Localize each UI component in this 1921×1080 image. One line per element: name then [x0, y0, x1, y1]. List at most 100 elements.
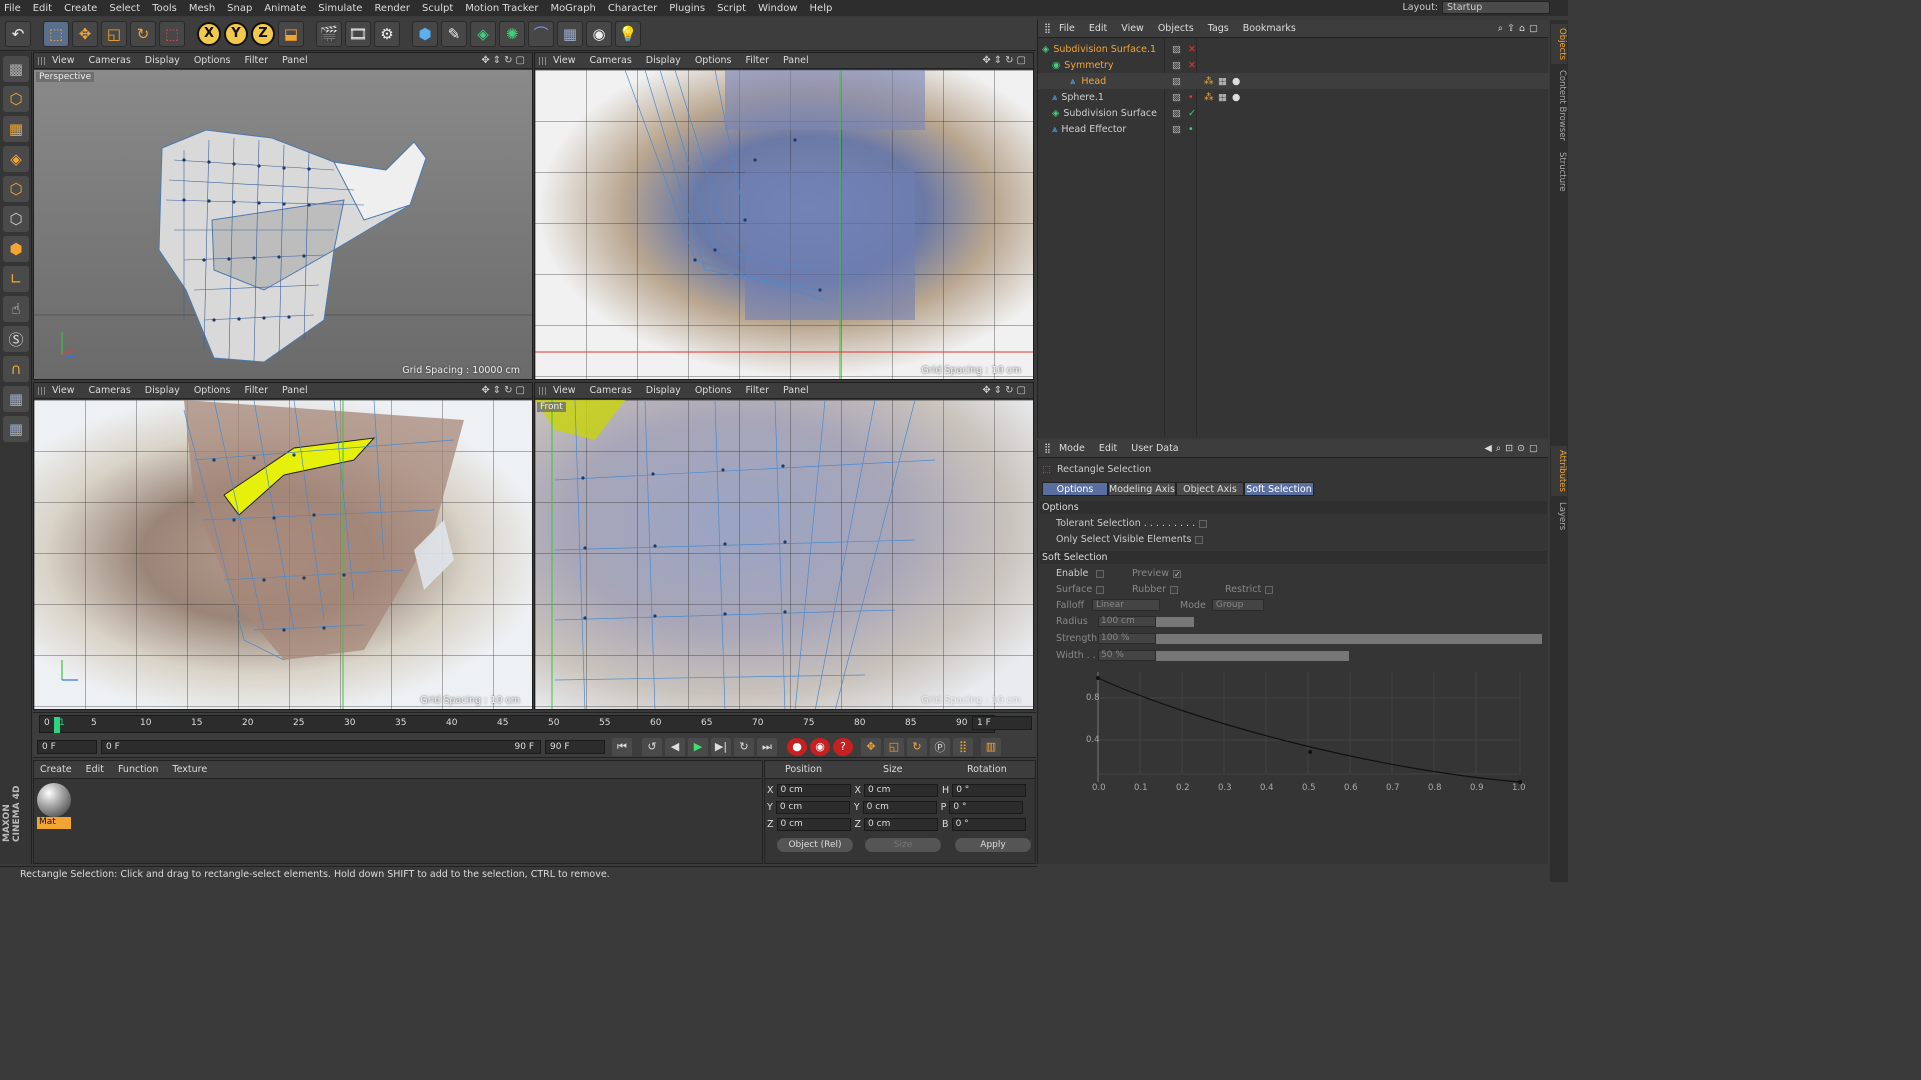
visibility-icon[interactable]: ▨: [1172, 76, 1181, 87]
rotation-b-input[interactable]: 0 °: [951, 818, 1026, 831]
mat-menu-texture[interactable]: Texture: [172, 764, 207, 775]
viewport-navigation-icons[interactable]: ✥⇕↻▢: [982, 55, 1029, 66]
current-frame-field[interactable]: 1 F: [972, 716, 1032, 730]
tab-soft-selection[interactable]: Soft Selection: [1244, 482, 1314, 496]
width-input[interactable]: 50 %: [1098, 650, 1156, 661]
obj-menu-bookmarks[interactable]: Bookmarks: [1243, 23, 1296, 34]
cube-icon[interactable]: ⬢: [412, 20, 438, 47]
key-point-level-icon[interactable]: ⣿: [953, 737, 973, 756]
tab-objects[interactable]: Objects: [1551, 24, 1567, 65]
visibility-icon[interactable]: ▨: [1172, 108, 1181, 119]
vp-menu-view[interactable]: View: [553, 385, 576, 396]
array-icon[interactable]: ✺: [499, 20, 525, 47]
vp-menu-display[interactable]: Display: [646, 55, 681, 66]
render-settings-icon[interactable]: ⚙: [374, 20, 400, 47]
object-manager-search-icon[interactable]: ⌕⇧⌂▢: [1498, 23, 1542, 34]
rotation-h-input[interactable]: 0 °: [952, 784, 1027, 797]
visibility-icon[interactable]: ▨: [1172, 92, 1181, 103]
vp-menu-cameras[interactable]: Cameras: [590, 55, 632, 66]
spline-pen-icon[interactable]: ✎: [441, 20, 467, 47]
tab-attributes[interactable]: Attributes: [1551, 446, 1567, 496]
obj-menu-objects[interactable]: Objects: [1158, 23, 1194, 34]
start-frame-field[interactable]: 0 F: [37, 739, 97, 754]
material-tag-icon[interactable]: ●: [1232, 92, 1240, 103]
vp-menu-view[interactable]: View: [553, 55, 576, 66]
viewport-front[interactable]: View Cameras Display Options Filter Pane…: [534, 382, 1034, 710]
model-mode-icon[interactable]: ⬡: [3, 86, 29, 112]
render-picture-viewer-icon[interactable]: 🎞: [345, 20, 371, 47]
enabled-dot-icon[interactable]: •: [1188, 124, 1194, 135]
camera-icon[interactable]: ◉: [586, 20, 612, 47]
attr-menu-edit[interactable]: Edit: [1099, 443, 1117, 454]
viewport-top-right[interactable]: View Cameras Display Options Filter Pane…: [534, 52, 1034, 380]
apply-button[interactable]: Apply: [955, 838, 1031, 852]
workplane-icon[interactable]: ◈: [3, 146, 29, 172]
render-view-icon[interactable]: 🎬: [316, 20, 342, 47]
z-axis-lock[interactable]: Z: [251, 21, 275, 46]
vp-menu-cameras[interactable]: Cameras: [89, 55, 131, 66]
tab-structure[interactable]: Structure: [1551, 148, 1567, 196]
coordinate-mode-dropdown[interactable]: Object (Rel): [777, 838, 853, 852]
preview-checkbox[interactable]: ✓: [1172, 569, 1181, 578]
tolerant-selection-checkbox[interactable]: [1199, 519, 1208, 528]
next-frame-icon[interactable]: ▶|: [711, 737, 731, 756]
attribute-nav-icons[interactable]: ◀⌕⊡⊙▢: [1484, 443, 1542, 454]
menu-select[interactable]: Select: [109, 3, 140, 14]
tweak-mode-icon[interactable]: ☝: [3, 296, 29, 322]
position-x-input[interactable]: 0 cm: [776, 784, 851, 797]
mat-menu-create[interactable]: Create: [40, 764, 72, 775]
vp-menu-view[interactable]: View: [52, 55, 75, 66]
menu-file[interactable]: File: [4, 3, 21, 14]
key-parameter-icon[interactable]: Ⓟ: [930, 737, 950, 756]
points-mode-icon[interactable]: ⬡: [3, 176, 29, 202]
visibility-icon[interactable]: ▨: [1172, 44, 1181, 55]
tree-item-head-effector[interactable]: ⩓ Head Effector ▨ •: [1038, 121, 1549, 137]
width-slider[interactable]: [1156, 650, 1349, 661]
previous-frame-icon[interactable]: ◀: [665, 737, 685, 756]
workplane-lock-icon[interactable]: ▦: [3, 386, 29, 412]
vp-menu-panel[interactable]: Panel: [783, 385, 809, 396]
next-key-icon[interactable]: ↻: [734, 737, 754, 756]
rotation-p-input[interactable]: 0 °: [949, 801, 1024, 814]
falloff-curve-graph[interactable]: 0.8 0.4 0.0 0.1 0.2 0.3 0.4 0.5 0.6 0.7 …: [1074, 662, 1544, 796]
polygons-mode-icon[interactable]: ⬢: [3, 236, 29, 262]
attr-menu-user-data[interactable]: User Data: [1131, 443, 1178, 454]
viewport-navigation-icons[interactable]: ✥⇕↻▢: [481, 55, 528, 66]
tab-options[interactable]: Options: [1042, 482, 1108, 496]
menu-help[interactable]: Help: [810, 3, 833, 14]
vp-menu-filter[interactable]: Filter: [745, 55, 769, 66]
menu-plugins[interactable]: Plugins: [669, 3, 705, 14]
position-y-input[interactable]: 0 cm: [775, 801, 850, 814]
tree-item-symmetry[interactable]: ◉ Symmetry ▨ ✕: [1038, 57, 1549, 73]
viewport-canvas[interactable]: Grid Spacing : 10 cm: [535, 70, 1033, 379]
menu-simulate[interactable]: Simulate: [318, 3, 362, 14]
viewport-canvas[interactable]: Perspective Grid Spacing : 10000 cm: [34, 70, 532, 379]
vp-menu-options[interactable]: Options: [695, 55, 732, 66]
vp-menu-panel[interactable]: Panel: [282, 385, 308, 396]
make-editable-icon[interactable]: ▩: [3, 56, 29, 82]
checker-tag-icon[interactable]: ▦: [1218, 76, 1227, 87]
menu-character[interactable]: Character: [608, 3, 657, 14]
vp-menu-filter[interactable]: Filter: [745, 385, 769, 396]
menu-sculpt[interactable]: Sculpt: [422, 3, 453, 14]
menu-edit[interactable]: Edit: [33, 3, 52, 14]
key-rotation-icon[interactable]: ↻: [907, 737, 927, 756]
menu-window[interactable]: Window: [758, 3, 797, 14]
checker-tag-icon[interactable]: ▦: [1218, 92, 1227, 103]
size-z-input[interactable]: 0 cm: [864, 818, 939, 831]
layout-dropdown[interactable]: Startup: [1442, 1, 1550, 14]
vp-menu-filter[interactable]: Filter: [244, 55, 268, 66]
vp-menu-cameras[interactable]: Cameras: [89, 385, 131, 396]
viewport-canvas[interactable]: Grid Spacing : 10 cm: [34, 400, 532, 709]
vp-menu-panel[interactable]: Panel: [282, 55, 308, 66]
snapping-icon[interactable]: Ⓢ: [3, 326, 29, 352]
menu-motion-tracker[interactable]: Motion Tracker: [465, 3, 538, 14]
viewport-perspective[interactable]: View Cameras Display Options Filter Pane…: [33, 52, 533, 380]
texture-mode-icon[interactable]: ▦: [3, 116, 29, 142]
timeline-ruler[interactable]: 0 1 5 10 15 20 25 30 35 40 45 50 55 60 6…: [39, 715, 995, 733]
vp-menu-display[interactable]: Display: [646, 385, 681, 396]
move-icon[interactable]: ✥: [72, 20, 98, 47]
vp-menu-cameras[interactable]: Cameras: [590, 385, 632, 396]
menu-snap[interactable]: Snap: [227, 3, 252, 14]
position-z-input[interactable]: 0 cm: [776, 818, 851, 831]
